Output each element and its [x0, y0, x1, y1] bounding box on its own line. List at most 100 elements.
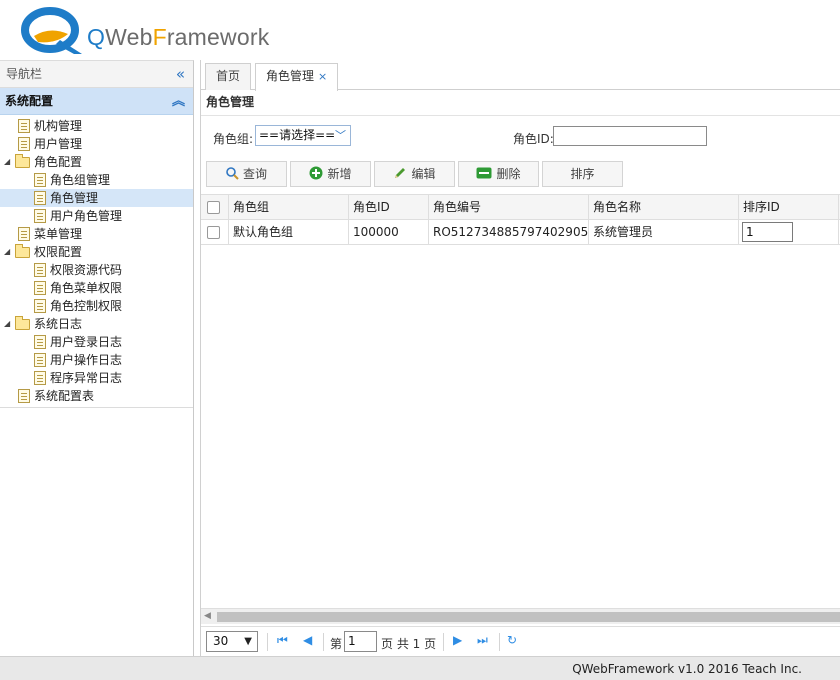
table-cell: 100000	[349, 220, 429, 244]
tree-folder[interactable]: ◢ 权限配置	[0, 243, 193, 261]
tree-item-label: 系统日志	[34, 317, 83, 331]
collapse-sidebar-icon[interactable]: «	[176, 61, 185, 88]
first-page-icon[interactable]: ⏮	[277, 633, 288, 648]
select-all-checkbox[interactable]	[207, 201, 220, 214]
tab-role-management-label: 角色管理	[266, 69, 315, 83]
search-icon	[226, 167, 239, 180]
file-icon	[18, 137, 30, 151]
table-cell: 系统管理员	[589, 220, 739, 244]
page-size-select[interactable]: 30 ▼	[206, 631, 258, 652]
file-icon	[34, 371, 46, 385]
footer: QWebFramework v1.0 2016 Teach Inc.	[0, 656, 840, 680]
add-button[interactable]: 新增	[290, 161, 371, 187]
row-checkbox[interactable]	[207, 226, 220, 239]
row-select-cell	[201, 220, 229, 244]
file-icon	[18, 227, 30, 241]
query-button-label: 查询	[242, 167, 267, 181]
refresh-icon[interactable]: ↻	[507, 633, 517, 647]
tree-item-label: 角色配置	[34, 155, 83, 169]
tree-item[interactable]: 角色控制权限	[0, 297, 193, 315]
column-header[interactable]: 角色编号	[429, 195, 589, 219]
page-number-input[interactable]: 1	[344, 631, 377, 652]
tree-item[interactable]: 系统配置表	[0, 387, 193, 405]
minus-icon	[476, 167, 492, 179]
pager-separator	[443, 633, 444, 651]
sidebar: 导航栏 « 系统配置 ︽ 机构管理 用户管理 ◢ 角色配置 角色组管理 角色管理 用户角色管…	[0, 60, 194, 656]
role-grid: 角色组 角色ID 角色编号 角色名称 排序ID 默认角色组 100000 RO5…	[201, 194, 840, 245]
file-icon	[18, 119, 30, 133]
toolbar: 查询 新增 编辑 删除 排序	[201, 158, 840, 188]
expand-toggle-icon[interactable]: ◢	[4, 153, 10, 171]
tree-item-label: 用户角色管理	[50, 209, 123, 223]
tree-item[interactable]: 用户管理	[0, 135, 193, 153]
column-header[interactable]: 角色名称	[589, 195, 739, 219]
tree-item[interactable]: 用户登录日志	[0, 333, 193, 351]
role-group-label: 角色组:	[213, 132, 254, 146]
table-row[interactable]: 默认角色组 100000 RO5127348857974029056 系统管理员…	[201, 220, 840, 245]
delete-button-label: 删除	[496, 167, 521, 181]
file-icon	[34, 263, 46, 277]
collapse-panel-icon[interactable]: ︽	[172, 88, 185, 115]
nav-header: 导航栏 «	[0, 61, 193, 88]
folder-icon	[15, 244, 30, 258]
tree-item[interactable]: 角色菜单权限	[0, 279, 193, 297]
column-header[interactable]: 角色ID	[349, 195, 429, 219]
role-id-input[interactable]	[553, 126, 707, 146]
tree-item-label: 程序异常日志	[50, 371, 123, 385]
scrollbar-thumb[interactable]	[217, 612, 840, 622]
sort-id-cell: 1	[739, 220, 839, 244]
panel-header-system-config[interactable]: 系统配置 ︽	[0, 88, 193, 115]
tab-home[interactable]: 首页	[205, 63, 252, 90]
tree-item-label: 用户登录日志	[50, 335, 123, 349]
app-header: QWebFramework	[0, 0, 840, 60]
tree-item-label: 用户操作日志	[50, 353, 123, 367]
folder-icon	[15, 316, 30, 330]
role-id-label: 角色ID:	[513, 132, 554, 146]
file-icon	[34, 209, 46, 223]
tree-folder[interactable]: ◢ 角色配置	[0, 153, 193, 171]
sort-id-input[interactable]: 1	[742, 222, 793, 242]
tree-item-label: 权限配置	[34, 245, 83, 259]
query-button[interactable]: 查询	[206, 161, 287, 187]
file-icon	[34, 281, 46, 295]
pager-separator	[323, 633, 324, 651]
tree-folder[interactable]: ◢ 系统日志	[0, 315, 193, 333]
expand-toggle-icon[interactable]: ◢	[4, 243, 10, 261]
tree-item[interactable]: 权限资源代码	[0, 261, 193, 279]
tree-item-label: 角色组管理	[50, 173, 111, 187]
tree-item[interactable]: 用户操作日志	[0, 351, 193, 369]
tab-role-management[interactable]: 角色管理 ×	[255, 63, 339, 91]
close-tab-icon[interactable]: ×	[318, 70, 327, 83]
file-icon	[34, 353, 46, 367]
pager-separator	[499, 633, 500, 651]
tree-item-label: 系统配置表	[34, 389, 95, 403]
last-page-icon[interactable]: ⏭	[477, 633, 488, 648]
tree-item-label: 菜单管理	[34, 227, 83, 241]
delete-button[interactable]: 删除	[458, 161, 539, 187]
tree-item[interactable]: 菜单管理	[0, 225, 193, 243]
file-icon	[34, 299, 46, 313]
column-header[interactable]: 角色组	[229, 195, 349, 219]
tree-item[interactable]: 角色管理	[0, 189, 193, 207]
caret-down-icon: ▼	[244, 636, 252, 647]
tree-item-label: 角色控制权限	[50, 299, 123, 313]
next-page-icon[interactable]: ▶	[453, 633, 462, 647]
folder-icon	[15, 154, 30, 168]
tree-item[interactable]: 角色组管理	[0, 171, 193, 189]
column-header[interactable]: 排序ID	[739, 195, 839, 219]
edit-button-label: 编辑	[411, 167, 436, 181]
prev-page-icon[interactable]: ◀	[303, 633, 312, 647]
scroll-left-icon[interactable]: ◀	[204, 611, 211, 621]
tree-item[interactable]: 程序异常日志	[0, 369, 193, 387]
horizontal-scrollbar[interactable]: ◀	[201, 608, 840, 624]
sort-button[interactable]: 排序	[542, 161, 623, 187]
pencil-icon	[395, 168, 406, 178]
expand-toggle-icon[interactable]: ◢	[4, 315, 10, 333]
tree-item-label: 角色管理	[50, 191, 99, 205]
role-group-select[interactable]: ==请选择== ﹀	[255, 125, 351, 146]
search-form: 角色组: ==请选择== ﹀ 角色ID:	[201, 116, 840, 158]
tree-item[interactable]: 机构管理	[0, 117, 193, 135]
tree-item[interactable]: 用户角色管理	[0, 207, 193, 225]
edit-button[interactable]: 编辑	[374, 161, 455, 187]
chevron-down-icon: ﹀	[335, 129, 346, 142]
